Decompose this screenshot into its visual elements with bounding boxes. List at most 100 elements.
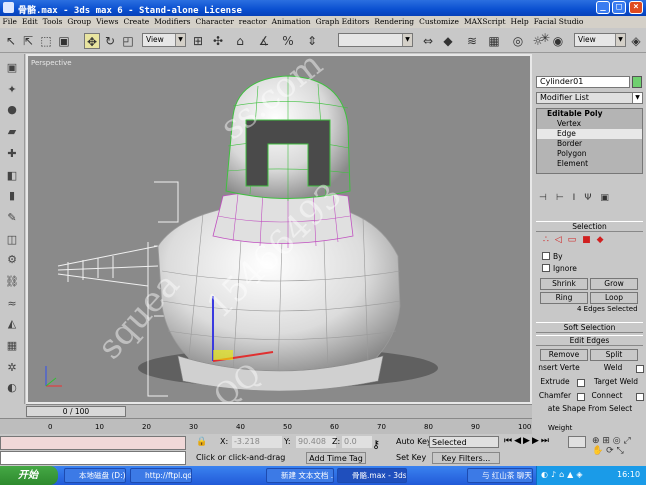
ignore-backfacing-checkbox[interactable] (542, 264, 550, 272)
stack-item-editable-poly[interactable]: Editable Poly (537, 109, 642, 119)
menu-animation[interactable]: Animation (269, 16, 313, 26)
menu-graph-editors[interactable]: Graph Editors (313, 16, 372, 26)
key-filters-button[interactable]: Key Filters... (432, 452, 500, 464)
gear-icon[interactable]: ⚙ (4, 252, 20, 268)
loop-button[interactable]: Loop (590, 292, 638, 304)
sphere-icon[interactable]: ● (4, 102, 20, 118)
camera-icon[interactable]: ▰ (4, 124, 20, 140)
object-color-swatch[interactable] (632, 76, 642, 88)
subobject-level-icons[interactable]: ∴◁▭■◆ (543, 235, 633, 247)
menu-maxscript[interactable]: MAXScript (461, 16, 508, 26)
target-weld-button[interactable]: Target Weld (587, 377, 645, 389)
lock-icon[interactable]: 🔒 (196, 437, 207, 447)
schematic-view-icon[interactable]: ▦ (486, 33, 502, 49)
pipe-icon[interactable]: ◫ (4, 232, 20, 248)
start-button[interactable]: 开始 (0, 466, 58, 485)
close-button[interactable]: × (629, 1, 643, 14)
menu-reactor[interactable]: reactor (236, 16, 269, 26)
menu-views[interactable]: Views (94, 16, 121, 26)
chamfer-settings-icon[interactable] (577, 393, 585, 401)
percent-snap-icon[interactable]: % (280, 33, 296, 49)
stack-item-polygon[interactable]: Polygon (537, 149, 642, 159)
time-slider-track[interactable]: 0 / 100 (26, 404, 532, 418)
remove-button[interactable]: Remove (540, 349, 588, 361)
stack-item-element[interactable]: Element (537, 159, 642, 169)
shape-icon[interactable]: ◭ (4, 316, 20, 332)
select-region-icon[interactable]: ⬚ (38, 33, 54, 49)
material-editor-icon[interactable]: ◎ (510, 33, 526, 49)
menu-character[interactable]: Character (193, 16, 236, 26)
reference-coordinate-dropdown[interactable]: View ▼ (142, 33, 186, 47)
rotate-icon[interactable]: ↻ (102, 33, 118, 49)
weld-button[interactable]: Weld (593, 363, 633, 375)
menu-rendering[interactable]: Rendering (372, 16, 417, 26)
menu-group[interactable]: Group (65, 16, 94, 26)
render-icon[interactable]: ◐ (4, 380, 20, 396)
time-slider[interactable]: 0 / 100 (26, 406, 126, 417)
stack-item-edge[interactable]: Edge (537, 129, 642, 139)
connect-settings-icon[interactable] (636, 393, 644, 401)
x-coord-field[interactable]: -3.218 (232, 436, 282, 448)
add-time-tag-button[interactable]: Add Time Tag (306, 452, 366, 464)
auto-key-button[interactable]: Auto Key (396, 436, 432, 448)
selection-rollout-header[interactable]: Selection (536, 221, 643, 232)
chamfer-button[interactable]: Chamfer (536, 391, 574, 403)
task-chat[interactable]: 与 红山茶 聊天中 (467, 468, 533, 483)
align-icon[interactable]: ◆ (440, 33, 456, 49)
create-shape-button[interactable]: ate Shape From Select (536, 404, 644, 416)
render-type-dropdown[interactable]: View ▼ (574, 33, 626, 47)
spinner-snap-icon[interactable]: ⇕ (304, 33, 320, 49)
y-coord-field[interactable]: 90.408 (296, 436, 336, 448)
maxscript-listener-white[interactable] (0, 451, 186, 465)
select-by-name-icon[interactable]: ⇱ (20, 33, 36, 49)
named-selection-dropdown[interactable]: ▼ (338, 33, 413, 47)
angle-snap-icon[interactable]: ∡ (256, 33, 272, 49)
stack-item-border[interactable]: Border (537, 139, 642, 149)
window-crossing-icon[interactable]: ▣ (56, 33, 72, 49)
set-key-button[interactable]: Set Key (396, 452, 426, 464)
modifier-list-dropdown[interactable]: Modifier List ▼ (536, 92, 643, 104)
menu-tools[interactable]: Tools (40, 16, 65, 26)
insert-vertex-button[interactable]: nsert Verte (534, 363, 584, 375)
particle-icon[interactable]: ✲ (4, 360, 20, 376)
perspective-viewport[interactable]: Perspective ss.com squea 15466493 QQ (26, 54, 532, 404)
by-vertex-checkbox[interactable] (542, 252, 550, 260)
connect-button[interactable]: Connect (587, 391, 627, 403)
menu-customize[interactable]: Customize (417, 16, 462, 26)
helper-icon[interactable]: ✚ (4, 146, 20, 162)
grow-button[interactable]: Grow (590, 278, 638, 290)
object-name-field[interactable]: Cylinder01 (536, 76, 630, 88)
gizmo-plane[interactable] (213, 350, 233, 360)
task-local-disk[interactable]: 本地磁盘 (D:) (64, 468, 126, 483)
playback-controls[interactable]: ⏮◀▶▶⏭ (504, 436, 564, 448)
task-text-document[interactable]: 新建 文本文档 ... (266, 468, 334, 483)
current-frame-field[interactable] (568, 436, 586, 448)
shrink-button[interactable]: Shrink (540, 278, 588, 290)
task-3ds-max[interactable]: 骨骼.max - 3ds... (337, 468, 407, 483)
extrude-settings-icon[interactable] (577, 379, 585, 387)
selected-dropdown[interactable]: Selected (429, 436, 499, 448)
link-icon[interactable]: ⛓ (4, 274, 20, 290)
menu-edit[interactable]: Edit (19, 16, 40, 26)
key-icon[interactable]: ⚷ (372, 438, 380, 451)
menu-file[interactable]: File (0, 16, 19, 26)
menu-modifiers[interactable]: Modifiers (152, 16, 193, 26)
ring-button[interactable]: Ring (540, 292, 588, 304)
snap-icon[interactable]: ⌂ (232, 33, 248, 49)
create-tab-icon[interactable]: ✳ (537, 30, 553, 46)
create-light-icon[interactable]: ✦ (4, 82, 20, 98)
menu-create[interactable]: Create (121, 16, 152, 26)
z-coord-field[interactable]: 0.0 (342, 436, 372, 448)
cube-icon[interactable]: ◧ (4, 168, 20, 184)
scale-icon[interactable]: ◰ (120, 33, 136, 49)
edit-edges-rollout-header[interactable]: Edit Edges (536, 335, 643, 346)
menu-facial-studio[interactable]: Facial Studio (531, 16, 586, 26)
weld-settings-icon[interactable] (636, 365, 644, 373)
wave-icon[interactable]: ≈ (4, 296, 20, 312)
select-icon[interactable]: ↖ (3, 33, 19, 49)
cylinder-icon[interactable]: ▮ (4, 188, 20, 204)
tray-icons[interactable]: ◐♪⌂▲◈ (541, 470, 585, 479)
move-icon[interactable]: ✥ (84, 33, 100, 49)
bone-icon[interactable]: ✎ (4, 210, 20, 226)
curve-editor-icon[interactable]: ≋ (464, 33, 480, 49)
